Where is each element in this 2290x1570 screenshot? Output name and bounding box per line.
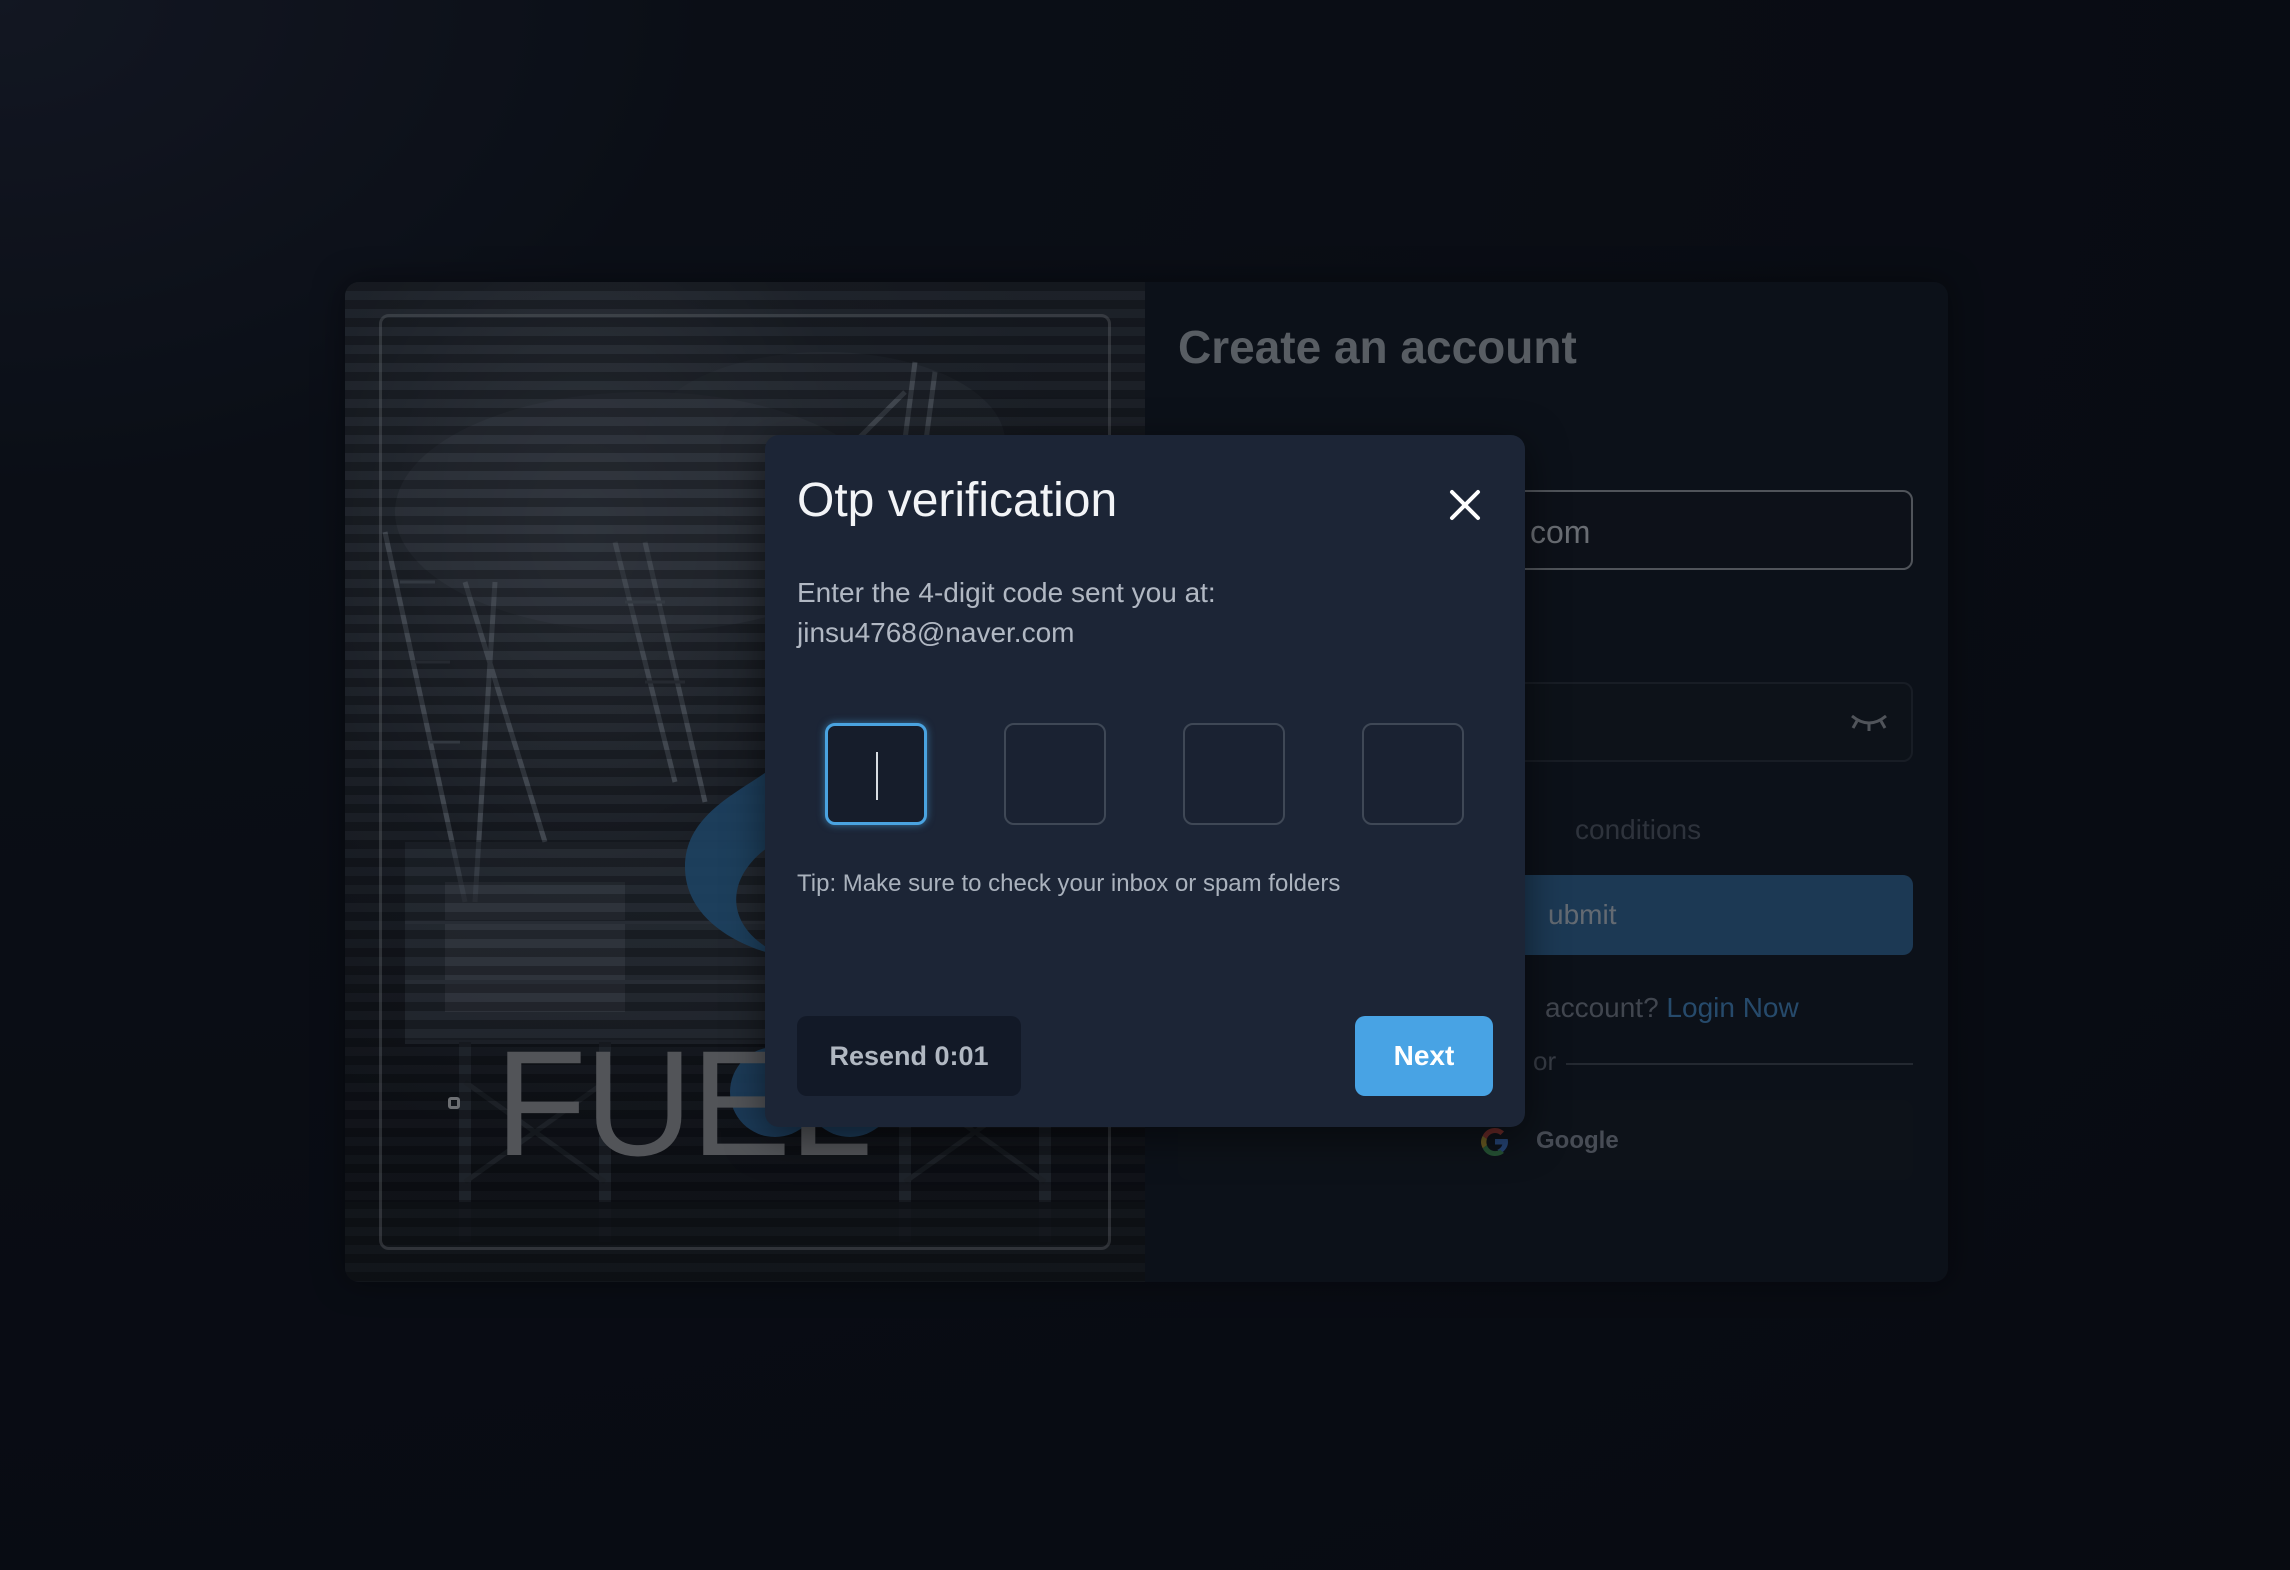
otp-tip: Tip: Make sure to check your inbox or sp… xyxy=(797,870,1341,897)
otp-digit-1-input[interactable] xyxy=(825,723,927,825)
next-button[interactable]: Next xyxy=(1355,1016,1493,1096)
otp-digit-4-input[interactable] xyxy=(1362,723,1464,825)
modal-title: Otp verification xyxy=(797,474,1118,527)
otp-digit-2-input[interactable] xyxy=(1004,723,1106,825)
otp-verification-modal: Otp verification Enter the 4-digit code … xyxy=(765,435,1525,1127)
otp-instruction: Enter the 4-digit code sent you at: jins… xyxy=(797,573,1216,653)
otp-digit-3-input[interactable] xyxy=(1183,723,1285,825)
resend-button[interactable]: Resend 0:01 xyxy=(797,1016,1021,1096)
otp-email: jinsu4768@naver.com xyxy=(797,617,1075,648)
close-icon[interactable] xyxy=(1440,480,1490,530)
text-caret xyxy=(876,752,878,800)
otp-instruction-text: Enter the 4-digit code sent you at: xyxy=(797,577,1216,608)
